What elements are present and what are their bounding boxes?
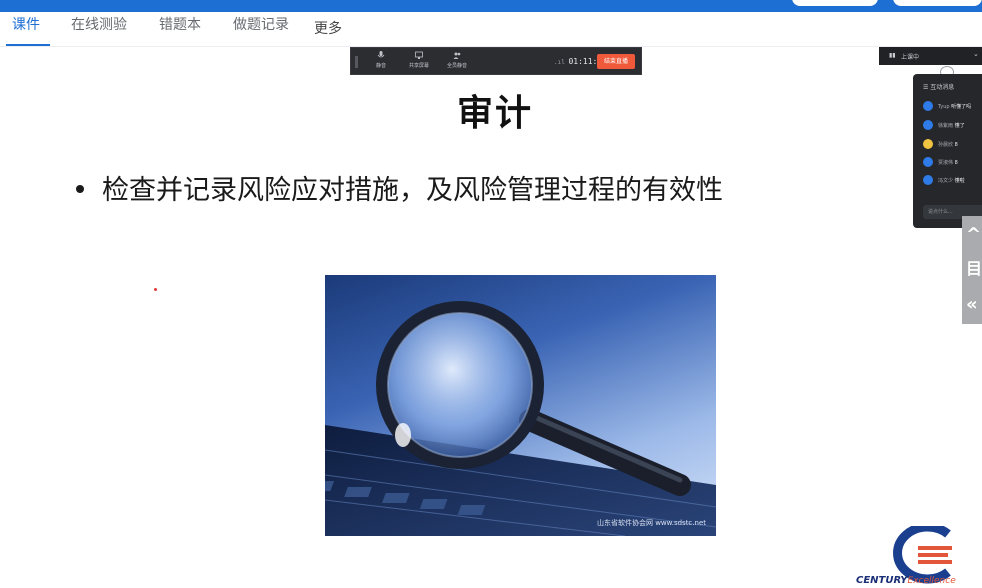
- mute-label: 静音: [375, 63, 386, 69]
- chat-text: 懂了: [954, 123, 965, 129]
- expand-left-icon[interactable]: «: [966, 296, 978, 314]
- chat-user: 冯文少: [938, 178, 954, 184]
- end-live-button[interactable]: 结束直播: [597, 54, 635, 69]
- course-tabs: 课件 在线测验 错题本 做题记录 更多: [0, 12, 982, 47]
- avatar: [923, 101, 933, 111]
- live-meeting-toolbar: 静音 共享屏幕 全员静音 .ıl 01:11:32 结束直播: [350, 47, 642, 75]
- avatar: [923, 157, 933, 167]
- slide-title: 审计: [456, 93, 533, 134]
- logo-brand: CENTURY: [856, 575, 908, 586]
- header-button[interactable]: [893, 0, 982, 6]
- microphone-icon: [377, 51, 385, 58]
- drag-handle[interactable]: [355, 56, 358, 68]
- interaction-panel: ☰ 互动消息 Tyup 听懂了吗 徐紫雨 懂了 孙晨欣 8 贾淑伟 8 冯文少 …: [913, 74, 982, 228]
- side-toolbar: ^ 目 «: [962, 216, 982, 324]
- chat-text: 8: [954, 142, 958, 148]
- logo-text: CENTURYExcellence: [856, 575, 956, 586]
- magnifier-keyboard-image: 山东省软件协会网 www.sdstc.net: [325, 275, 716, 536]
- screen-share-icon: [415, 51, 423, 59]
- magnifier-illustration: [325, 301, 716, 536]
- chat-text: 听懂了吗: [951, 104, 972, 110]
- avatar: [923, 175, 933, 185]
- bullet-dot: [76, 184, 84, 193]
- chat-text: 8: [954, 160, 958, 166]
- panel-header-label: 互动消息: [930, 84, 955, 91]
- members-label: 全员静音: [446, 63, 467, 69]
- mute-button[interactable]: 静音: [361, 51, 401, 69]
- chat-user: Tyup: [938, 104, 950, 110]
- chat-user: 孙晨欣: [938, 142, 954, 148]
- signal-icon: .ıl: [554, 59, 569, 66]
- image-watermark: 山东省软件协会网 www.sdstc.net: [596, 519, 706, 527]
- logo-tagline: Excellence: [907, 576, 956, 586]
- chat-text: 懂啦: [954, 178, 965, 184]
- share-label: 共享屏幕: [408, 63, 429, 69]
- chat-user: 贾淑伟: [938, 160, 954, 166]
- chevron-down-icon[interactable]: ⌄: [973, 50, 979, 58]
- mute-all-button[interactable]: 全员静音: [437, 51, 477, 69]
- tab-online-quiz[interactable]: 在线测验: [71, 12, 127, 46]
- avatar: [923, 139, 933, 149]
- avatar: [923, 120, 933, 130]
- chat-user: 徐紫雨: [938, 123, 954, 129]
- bars-icon: ▮▮: [889, 52, 896, 59]
- share-screen-button[interactable]: 共享屏幕: [399, 51, 439, 69]
- class-status: 上课中: [901, 54, 920, 61]
- notes-icon[interactable]: 目: [966, 260, 982, 278]
- header-button[interactable]: [792, 0, 878, 6]
- class-status-bar[interactable]: ▮▮ 上课中 ⌄: [879, 47, 982, 65]
- panel-header: ☰ 互动消息: [923, 82, 954, 91]
- bullet-text: 检查并记录风险应对措施，及风险管理过程的有效性: [102, 175, 723, 206]
- collapse-up-icon[interactable]: ^: [966, 226, 981, 244]
- members-icon: [453, 52, 461, 59]
- tab-practice-record[interactable]: 做题记录: [233, 12, 289, 46]
- top-header-bar: [0, 0, 982, 12]
- tab-courseware[interactable]: 课件: [6, 12, 50, 46]
- tab-wrong-questions[interactable]: 错题本: [159, 12, 201, 46]
- laser-pointer-dot: [154, 288, 157, 291]
- tab-more[interactable]: 更多: [314, 16, 342, 50]
- slide-bullet: 检查并记录风险应对措施，及风险管理过程的有效性: [76, 168, 723, 207]
